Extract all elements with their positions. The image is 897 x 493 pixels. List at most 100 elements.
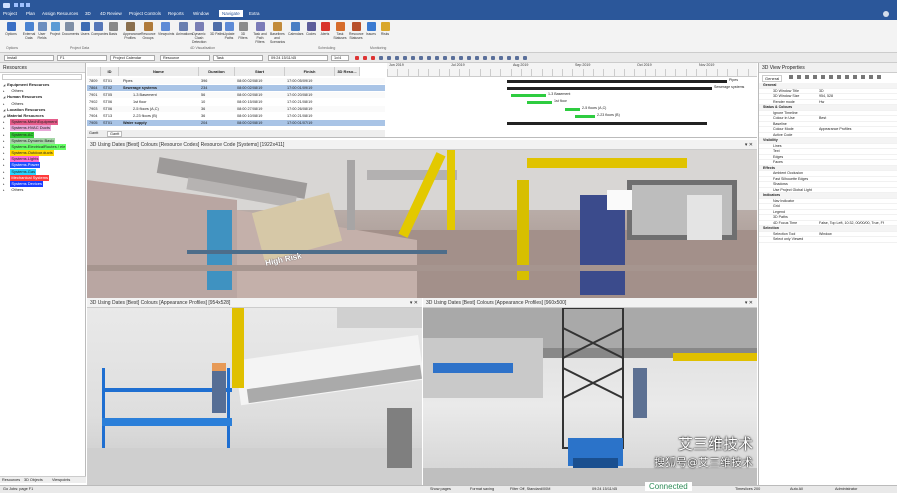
gantt-row[interactable]: 7809 ST01 Pipes 396 08:00 02/08/19 17:00 05/0… — [87, 78, 385, 84]
ribbon-users-button[interactable]: Users — [78, 22, 92, 36]
properties-tool-icon[interactable] — [813, 75, 817, 79]
resource-combo[interactable]: Resource — [160, 55, 210, 61]
properties-tool-icon[interactable] — [797, 75, 801, 79]
gantt-tab[interactable]: Gantt — [89, 131, 98, 135]
expand-arrow-icon[interactable]: ▸ — [3, 163, 5, 167]
gantt-row[interactable]: 7903 ST06 2-5 floors (A,C) 36 08:00 27/08/19… — [87, 106, 385, 112]
speed-combo[interactable]: 1x/4 — [331, 55, 349, 61]
resources-tab-viewpoints[interactable]: Viewpoints — [52, 478, 70, 482]
ribbon-codes-button[interactable]: Codes — [304, 22, 318, 36]
playback-button-icon[interactable] — [467, 56, 471, 60]
gantt-column-header[interactable]: Start — [235, 67, 285, 76]
ribbon-companies-button[interactable]: Companies — [91, 22, 108, 36]
playback-button-icon[interactable] — [387, 56, 391, 60]
ribbon-documents-button[interactable]: Documents — [62, 22, 79, 36]
expand-arrow-icon[interactable]: ▸ — [3, 139, 5, 143]
property-row[interactable]: Select only Viewed — [759, 237, 897, 243]
playback-button-icon[interactable] — [491, 56, 495, 60]
properties-tool-icon[interactable] — [829, 75, 833, 79]
close-icon[interactable]: ▾ ✕ — [745, 300, 753, 306]
ribbon-calendars-button[interactable]: Calendars — [288, 22, 303, 36]
menu-tab-3d[interactable]: 3D — [85, 11, 91, 16]
resource-tree-item[interactable]: ▸ Others — [0, 187, 86, 194]
expand-arrow-icon[interactable]: ▸ — [3, 188, 5, 192]
ribbon-basis-button[interactable]: Basis — [106, 22, 120, 36]
expand-arrow-icon[interactable]: ▸ — [3, 89, 5, 93]
menu-tab-extra[interactable]: Extra — [249, 11, 260, 16]
ribbon-risks-button[interactable]: Risks — [378, 22, 392, 36]
playback-button-icon[interactable] — [403, 56, 407, 60]
task-combo[interactable]: Task — [213, 55, 263, 61]
close-icon[interactable]: ▾ ✕ — [410, 300, 418, 306]
expand-arrow-icon[interactable]: ▸ — [3, 151, 5, 155]
ribbon-update-paths-button[interactable]: Update Paths — [222, 22, 236, 40]
plan-combo[interactable]: Install — [4, 55, 54, 61]
gantt-row[interactable]: 7902 ST06 1st floor 10 08:00 15/08/19 17:00 2… — [87, 99, 385, 105]
filter-combo[interactable]: F1 — [57, 55, 107, 61]
playback-button-icon[interactable] — [515, 56, 519, 60]
gantt-bar[interactable] — [527, 100, 552, 104]
expand-arrow-icon[interactable]: ▸ — [3, 170, 5, 174]
properties-tool-icon[interactable] — [877, 75, 881, 79]
gantt-row[interactable]: 7905 ST01 Water supply 204 08:00 02/08/19 17:… — [87, 120, 385, 126]
ribbon-baselines-and-scenarios-button[interactable]: Baselines and Scenarios — [270, 22, 285, 44]
playback-button-icon[interactable] — [363, 56, 367, 60]
ribbon-external-data-button[interactable]: External Data — [22, 22, 36, 40]
close-icon[interactable]: ▾ ✕ — [745, 142, 753, 148]
view2-3d-scene[interactable] — [87, 308, 422, 486]
help-icon[interactable] — [883, 11, 889, 17]
properties-tool-icon[interactable] — [853, 75, 857, 79]
properties-tool-icon[interactable] — [821, 75, 825, 79]
properties-tool-icon[interactable] — [805, 75, 809, 79]
menu-tab-4d-review[interactable]: 4D Review — [100, 11, 122, 16]
playback-button-icon[interactable] — [419, 56, 423, 60]
ribbon-3d-filters-button[interactable]: 3D Filters — [236, 22, 250, 40]
view3-3d-scene[interactable]: 艾三维技术 搜狐号@艾三维技术 — [423, 308, 757, 486]
view1-3d-scene[interactable]: High Risk — [87, 150, 757, 298]
ribbon-user-fields-button[interactable]: User Fields — [35, 22, 49, 40]
playback-button-icon[interactable] — [459, 56, 463, 60]
gantt-column-header[interactable]: Finish — [285, 67, 335, 76]
search-field[interactable] — [2, 74, 82, 80]
expand-arrow-icon[interactable]: ▸ — [3, 120, 5, 124]
ribbon-issues-button[interactable]: Issues — [364, 22, 378, 36]
playback-button-icon[interactable] — [523, 56, 527, 60]
ribbon-appearance-profiles-button[interactable]: Appearance Profiles — [123, 22, 141, 40]
expand-arrow-icon[interactable]: ▸ — [3, 145, 5, 149]
gantt-bar[interactable] — [507, 79, 727, 83]
playback-button-icon[interactable] — [507, 56, 511, 60]
ribbon-task-and-path-filters-button[interactable]: Task and Path Filters — [253, 22, 267, 44]
menu-tab-plan[interactable]: Plan — [26, 11, 35, 16]
playback-button-icon[interactable] — [475, 56, 479, 60]
properties-tool-icon[interactable] — [861, 75, 865, 79]
expand-arrow-icon[interactable]: ▸ — [3, 133, 5, 137]
properties-tool-icon[interactable] — [837, 75, 841, 79]
playback-button-icon[interactable] — [395, 56, 399, 60]
datetime-combo[interactable]: 09:24 15/11/45 — [268, 55, 328, 61]
ribbon-dynamic-clash-detection-button[interactable]: Dynamic Clash Detection — [192, 22, 206, 44]
playback-button-icon[interactable] — [427, 56, 431, 60]
properties-tool-icon[interactable] — [845, 75, 849, 79]
ribbon-options-button[interactable]: Options — [4, 22, 18, 36]
menu-tab-navigate[interactable]: Navigate — [219, 10, 243, 17]
gantt-bar[interactable] — [511, 93, 546, 97]
gantt-column-header[interactable]: ID — [101, 67, 119, 76]
expand-arrow-icon[interactable]: ▸ — [3, 182, 5, 186]
gantt-bar[interactable] — [565, 107, 580, 111]
gantt-row[interactable]: 7904 ST13 2-23 floors (B) 36 08:00 10/08/19 1… — [87, 113, 385, 119]
tab-general[interactable]: General — [762, 75, 783, 82]
expand-arrow-icon[interactable]: ▸ — [3, 126, 5, 130]
calendar-combo[interactable]: Project Calendar — [110, 55, 155, 61]
playback-button-icon[interactable] — [411, 56, 415, 60]
expand-arrow-icon[interactable]: ▸ — [3, 102, 5, 106]
ribbon-project-button[interactable]: Project — [48, 22, 62, 36]
ribbon-resource-statuses-button[interactable]: Resource Statuses — [349, 22, 364, 40]
menu-tab-window[interactable]: Window — [193, 11, 209, 16]
app-logo-icon[interactable] — [3, 3, 10, 8]
playback-button-icon[interactable] — [443, 56, 447, 60]
gantt-bar[interactable] — [507, 121, 707, 125]
gantt-column-header[interactable]: 3D Reso... — [335, 67, 360, 76]
resources-tab-resources[interactable]: Resources — [2, 478, 20, 482]
playback-button-icon[interactable] — [435, 56, 439, 60]
menu-tab-assign-resources[interactable]: Assign Resources — [42, 11, 78, 16]
